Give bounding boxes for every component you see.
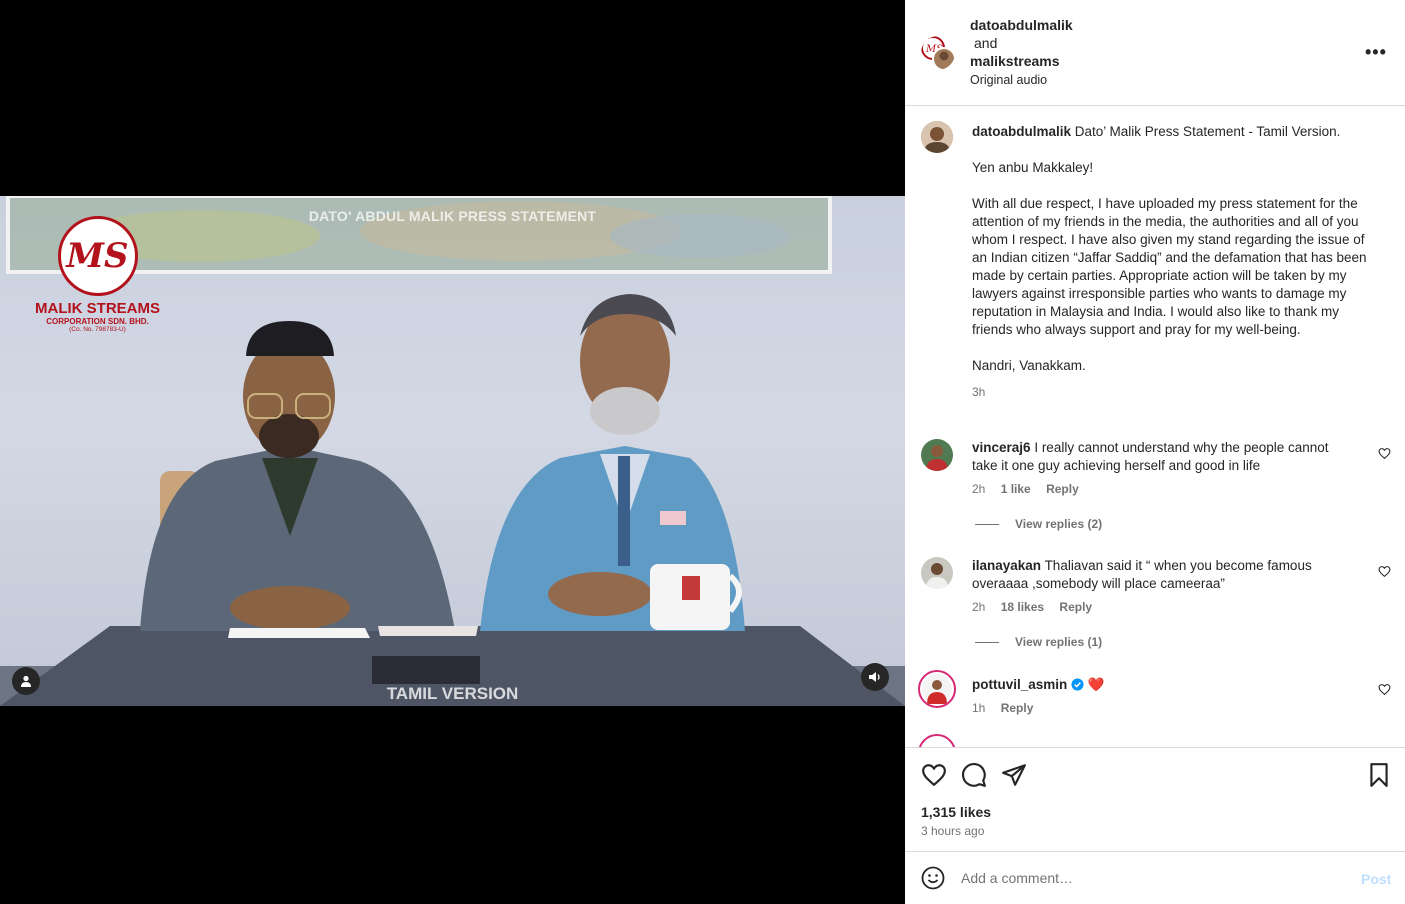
caption-greeting: Yen anbu Makkaley! (972, 160, 1094, 175)
post-side-panel: MS datoabdulmalik and malikstreams Origi… (905, 0, 1405, 904)
comment-meta: 1h Reply (972, 701, 1045, 715)
post-comment-button[interactable]: Post (1361, 871, 1391, 887)
comment-text: pottuvil_asmin ❤️ (972, 676, 1352, 694)
tagged-users-button[interactable] (12, 667, 40, 695)
comment-body: ❤️ (1087, 677, 1105, 692)
caption-time[interactable]: 3h (972, 383, 1380, 401)
view-replies-button[interactable]: View replies (1) (975, 635, 1102, 649)
comment-avatar-partial[interactable] (918, 734, 956, 747)
video-player[interactable]: DATO' ABDUL MALIK PRESS STATEMENT MS MAL… (0, 196, 905, 706)
comment-meta: 2h 18 likes Reply (972, 600, 1104, 614)
replies-line (975, 524, 999, 526)
comment-meta: 2h 1 like Reply (972, 482, 1091, 496)
logo-name: MALIK STREAMS (35, 300, 160, 317)
post-actions: 1,315 likes 3 hours ago (905, 747, 1405, 851)
comment-text: vinceraj6 I really cannot understand why… (972, 439, 1352, 475)
caption-closing: Nandri, Vanakkam. (972, 358, 1086, 373)
avatar-image (921, 121, 953, 153)
comment-like-button[interactable] (1378, 447, 1391, 463)
comment-avatar[interactable] (921, 557, 953, 589)
comment-likes[interactable]: 18 likes (1001, 600, 1044, 614)
bookmark-icon (1370, 763, 1388, 787)
caption-username[interactable]: datoabdulmalik (972, 124, 1071, 139)
comment-avatar-story[interactable] (918, 670, 956, 708)
caption-title: Dato’ Malik Press Statement - Tamil Vers… (1074, 124, 1341, 139)
heart-icon (922, 764, 946, 787)
more-options-icon[interactable]: ••• (1365, 42, 1387, 63)
speaker-icon (869, 672, 880, 682)
likes-count[interactable]: 1,315 likes (921, 804, 991, 820)
malik-streams-logo: MS MALIK STREAMS CORPORATION SDN. BHD. (… (30, 216, 165, 333)
comment-time[interactable]: 1h (972, 701, 985, 715)
avatar-image (921, 439, 953, 471)
verified-badge-icon (1071, 678, 1084, 691)
logo-corp: CORPORATION SDN. BHD. (46, 317, 149, 326)
logo-reg: (Co. No. 798783-U) (69, 326, 126, 333)
post-timestamp[interactable]: 3 hours ago (921, 824, 984, 838)
avatar-image: MS (921, 36, 955, 70)
comment-username[interactable]: pottuvil_asmin (972, 677, 1067, 692)
heart-icon (1378, 448, 1391, 460)
comment-like-button[interactable] (1378, 683, 1391, 699)
comment-reply-button[interactable]: Reply (1001, 701, 1034, 715)
save-button[interactable] (1366, 762, 1392, 791)
post-caption: datoabdulmalik Dato’ Malik Press Stateme… (972, 123, 1380, 401)
heart-icon (1378, 566, 1391, 578)
heart-icon (1378, 684, 1391, 696)
comment-username[interactable]: ilanayakan (972, 558, 1041, 573)
audio-toggle-button[interactable] (861, 663, 889, 691)
comment-like-button[interactable] (1378, 565, 1391, 581)
avatar-image (922, 674, 952, 704)
view-replies-label: View replies (2) (1015, 517, 1103, 531)
comments-list[interactable]: datoabdulmalik Dato’ Malik Press Stateme… (905, 107, 1405, 747)
post-header: MS datoabdulmalik and malikstreams Origi… (905, 0, 1405, 106)
share-icon (1002, 764, 1026, 786)
comment-input[interactable] (961, 866, 1341, 890)
comment-text: ilanayakan Thaliavan said it “ when you … (972, 557, 1352, 593)
comment-reply-button[interactable]: Reply (1059, 600, 1092, 614)
original-audio-link[interactable]: Original audio (970, 73, 1047, 87)
emoji-button[interactable] (921, 866, 945, 893)
logo-monogram: MS (57, 216, 138, 296)
emoji-icon (921, 866, 945, 890)
share-button[interactable] (1001, 762, 1027, 791)
caption-body: With all due respect, I have uploaded my… (972, 196, 1367, 337)
comment-time[interactable]: 2h (972, 482, 985, 496)
like-button[interactable] (921, 762, 947, 791)
comment-avatar[interactable] (921, 439, 953, 471)
comment-likes[interactable]: 1 like (1001, 482, 1031, 496)
header-and: and (974, 35, 998, 51)
video-overlay-footer: TAMIL VERSION (386, 684, 519, 703)
comment-time[interactable]: 2h (972, 600, 985, 614)
comment-username[interactable]: vinceraj6 (972, 440, 1031, 455)
caption-avatar[interactable] (921, 121, 953, 153)
collab-avatar[interactable]: MS (921, 36, 955, 70)
add-comment-bar: Post (905, 851, 1405, 904)
comment-icon (962, 763, 986, 787)
view-replies-label: View replies (1) (1015, 635, 1103, 649)
replies-line (975, 642, 999, 644)
header-username-2[interactable]: malikstreams (970, 53, 1060, 69)
person-icon (21, 675, 31, 687)
view-replies-button[interactable]: View replies (2) (975, 517, 1102, 531)
instagram-post-modal: DATO' ABDUL MALIK PRESS STATEMENT MS MAL… (0, 0, 1405, 904)
comment-button[interactable] (961, 762, 987, 791)
avatar-image (921, 557, 953, 589)
comment-reply-button[interactable]: Reply (1046, 482, 1079, 496)
media-panel: DATO' ABDUL MALIK PRESS STATEMENT MS MAL… (0, 0, 905, 904)
header-username-1[interactable]: datoabdulmalik (970, 17, 1073, 33)
